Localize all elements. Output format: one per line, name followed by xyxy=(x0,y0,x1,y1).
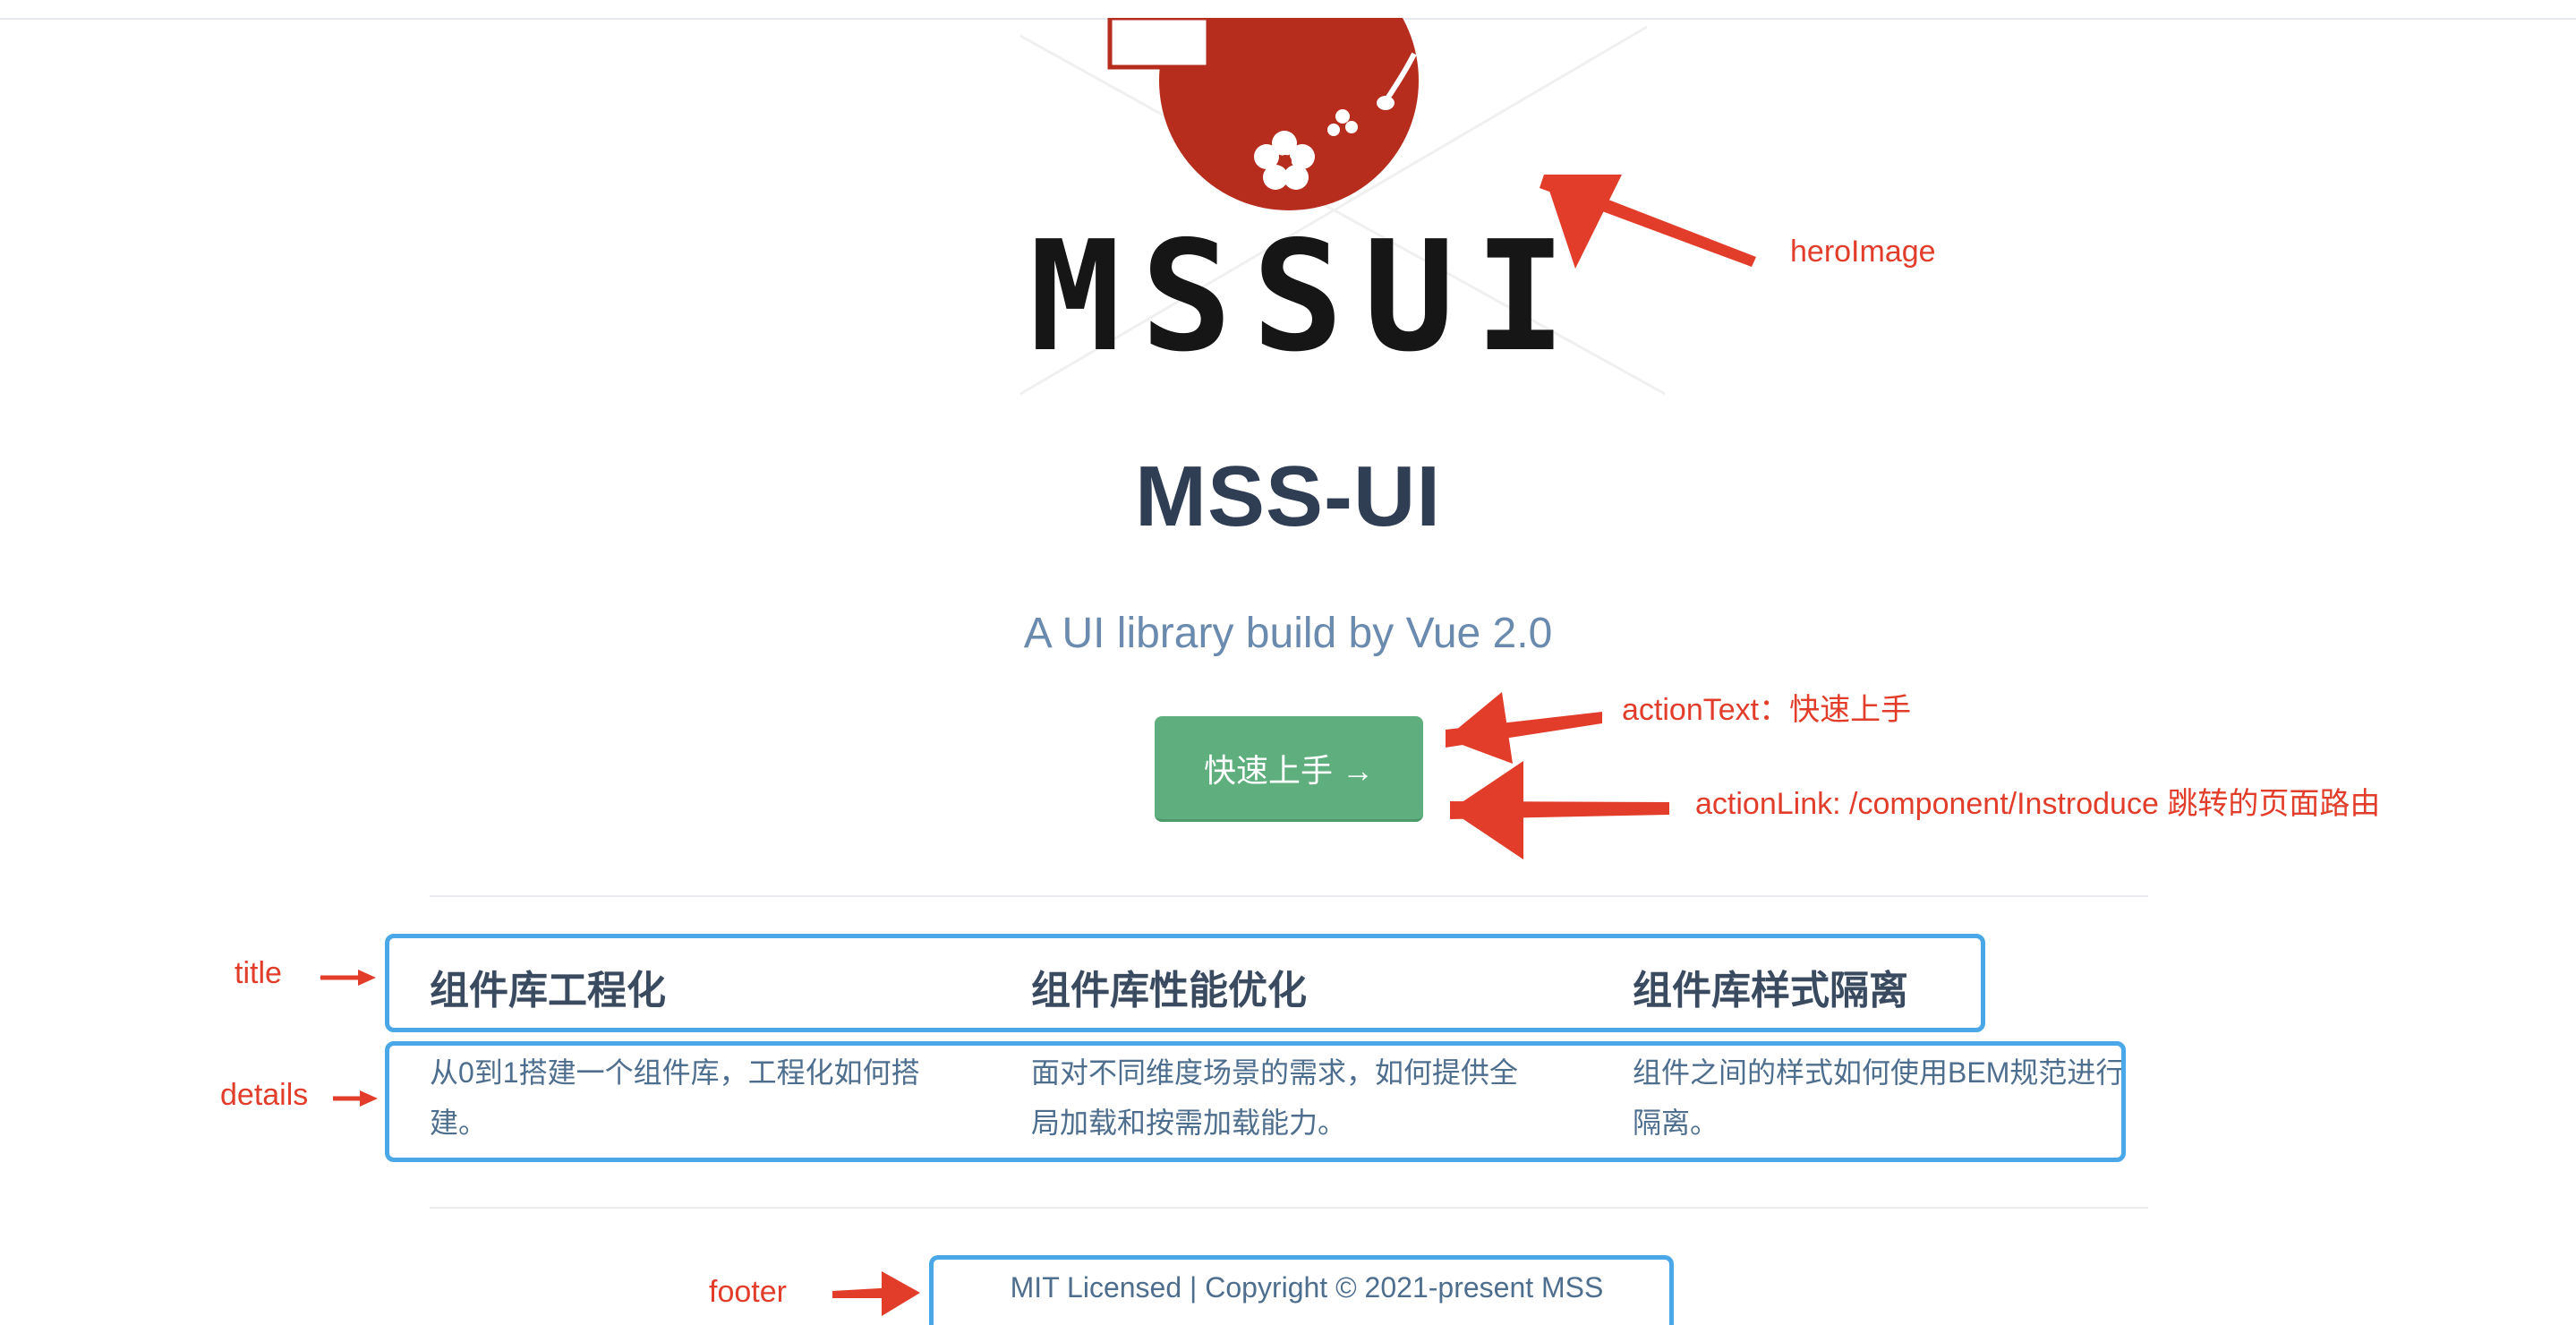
hero-image-arrow-icon xyxy=(1540,175,1756,269)
action-link-arrow-icon xyxy=(1450,761,1669,859)
annotation-arrows xyxy=(320,175,1756,1316)
action-text-arrow-icon xyxy=(1446,692,1602,764)
hero-image-annotation: heroImage xyxy=(1790,235,1936,269)
title-annotation: title xyxy=(235,956,282,990)
action-text-annotation: actionText：快速上手 xyxy=(1622,693,1912,727)
details-annotation: details xyxy=(220,1078,309,1112)
title-arrow-icon xyxy=(320,970,376,986)
footer-annotation: footer xyxy=(709,1275,787,1309)
action-link-annotation: actionLink: /component/Instroduce 跳转的页面路… xyxy=(1695,787,2381,821)
details-arrow-icon xyxy=(333,1090,378,1107)
footer-arrow-icon xyxy=(832,1271,920,1316)
